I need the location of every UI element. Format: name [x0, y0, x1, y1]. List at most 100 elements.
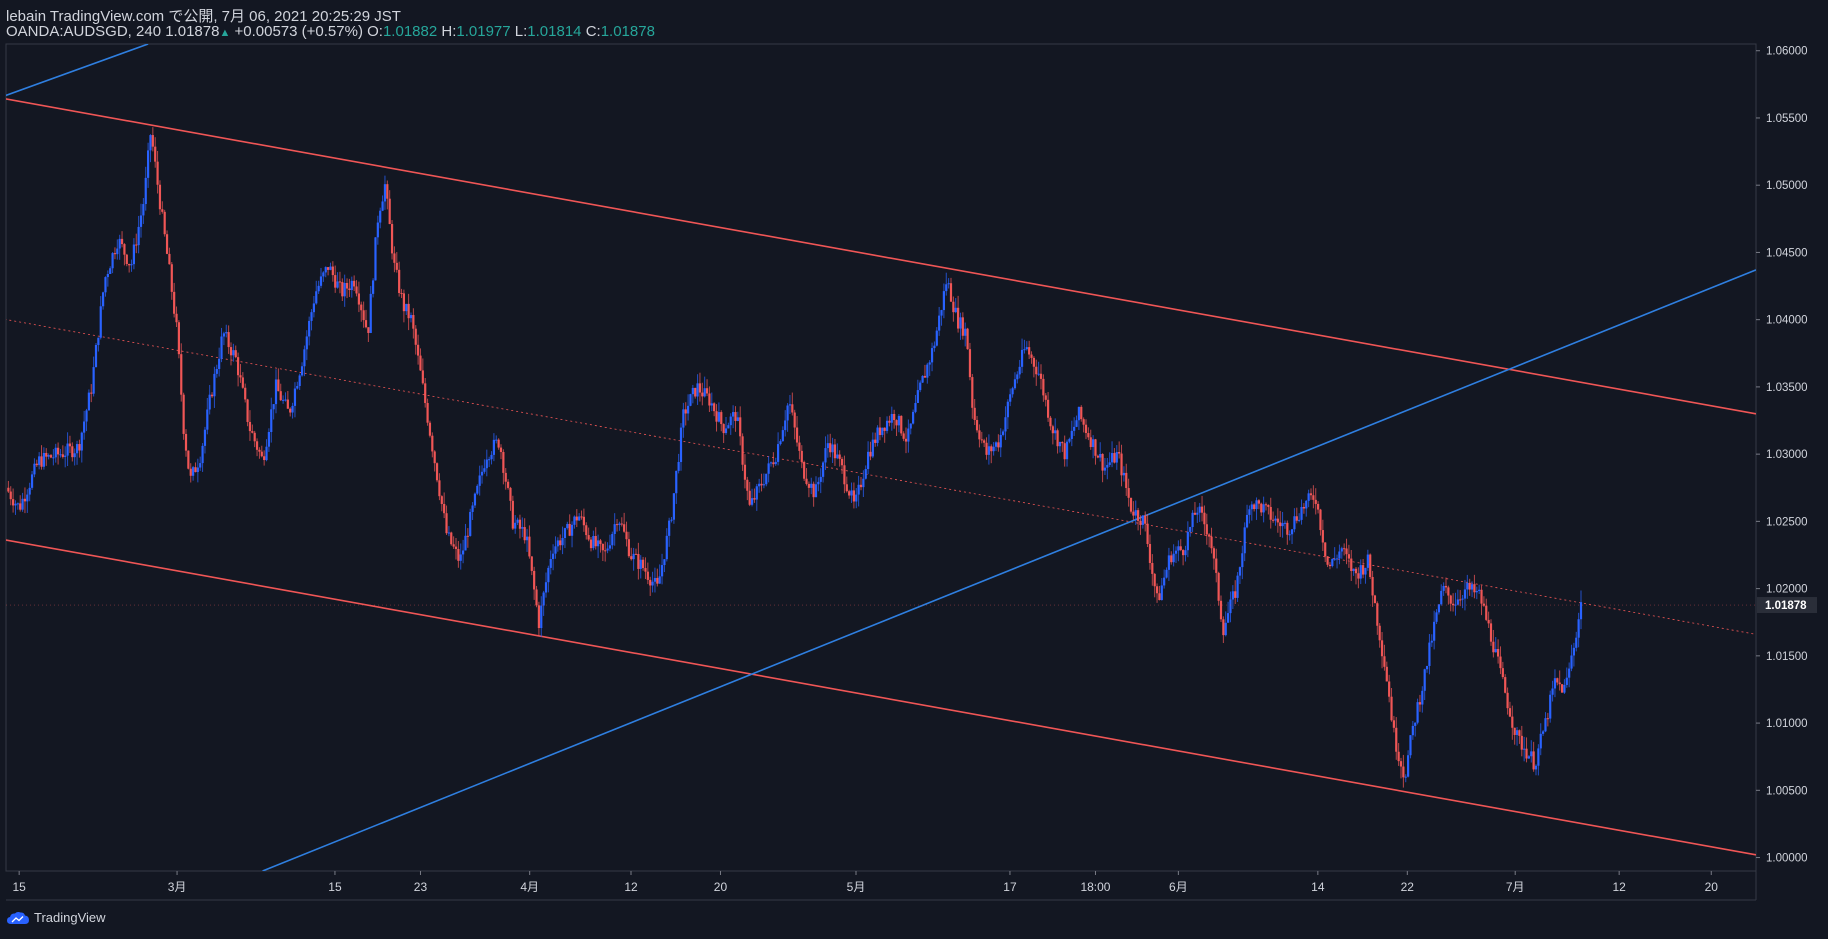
candle-body	[769, 462, 773, 464]
ohlc-legend: OANDA:AUDSGD, 240 1.01878▲ +0.00573 (+0.…	[6, 23, 655, 40]
candle-body	[736, 417, 739, 421]
candle-body	[1414, 722, 1417, 726]
candle-body	[867, 451, 870, 470]
price-chart[interactable]: 1.01878 1.06000 1.05500 1.05000 1.04500 1.04…	[0, 0, 1828, 939]
candle-body	[267, 432, 270, 447]
candle-body	[1108, 462, 1111, 465]
candle-body	[644, 568, 647, 572]
candle-body	[419, 355, 422, 371]
candle-body	[23, 498, 27, 502]
time-axis[interactable]: 15 3月 15 23 4月 12 20 5月 17 18:00 6月 14 22 7月 12 20	[12, 871, 1718, 894]
candle-body	[1513, 727, 1516, 735]
candle-body	[175, 313, 178, 323]
candle-body	[194, 467, 197, 473]
candle-body	[1447, 587, 1450, 596]
candle-body	[682, 409, 685, 428]
regression-channel[interactable]	[0, 98, 1756, 856]
candle-body	[1563, 684, 1566, 693]
time-tick-label: 12	[1612, 880, 1626, 894]
channel-upper-line[interactable]	[0, 98, 1756, 415]
candle-body	[597, 540, 600, 547]
channel-lower-line[interactable]	[0, 539, 1756, 856]
candle-body	[608, 545, 612, 549]
candle-body	[855, 494, 858, 502]
candle-body	[452, 544, 455, 547]
candle-body	[999, 434, 1002, 448]
candle-body	[1523, 748, 1526, 750]
tradingview-logo[interactable]: TradingView	[6, 910, 106, 925]
candle-body	[7, 487, 10, 492]
candle-body	[1248, 509, 1251, 515]
candle-body	[568, 523, 571, 536]
candle-body	[1153, 573, 1156, 587]
price-tick-label: 1.01500	[1766, 651, 1808, 663]
candle-body	[1172, 553, 1175, 563]
price-axis[interactable]: 1.06000 1.05500 1.05000 1.04500 1.04000 1.035…	[1756, 46, 1808, 865]
candle-body	[353, 280, 356, 287]
candle-body	[1281, 523, 1284, 527]
candle-body	[601, 543, 604, 551]
candle-body	[1073, 426, 1076, 431]
candle-body	[338, 281, 342, 283]
time-tick-label: 22	[1401, 880, 1415, 894]
candle-body	[1137, 510, 1140, 521]
candle-body	[677, 461, 680, 471]
candle-body	[282, 399, 285, 401]
candle-body	[966, 328, 969, 350]
candle-body	[1388, 681, 1391, 697]
price-tick-label: 1.04000	[1766, 315, 1808, 327]
candle-body	[729, 416, 732, 426]
candle-body	[310, 312, 313, 321]
candle-body	[364, 320, 368, 328]
candle-body	[1122, 472, 1125, 476]
candle-body	[750, 498, 754, 505]
candle-body	[1030, 354, 1033, 358]
candle-body	[438, 480, 441, 497]
candle-body	[1006, 401, 1009, 418]
candle-body	[57, 447, 60, 455]
candle-body	[239, 375, 242, 378]
rising-trend-line[interactable]	[262, 269, 1756, 871]
candle-body	[97, 337, 100, 345]
candle-body	[912, 411, 915, 424]
candle-body	[1437, 604, 1440, 613]
candle-body	[507, 481, 510, 488]
upper-trend-line[interactable]	[0, 44, 149, 98]
candle-body	[760, 483, 763, 486]
candle-body	[632, 553, 635, 560]
candle-body	[1113, 453, 1116, 463]
candle-body	[227, 332, 230, 348]
candle-body	[637, 553, 640, 569]
candle-body	[1440, 590, 1443, 605]
candle-body	[1253, 504, 1256, 510]
candle-body	[116, 248, 119, 255]
candle-body	[1376, 603, 1379, 626]
candle-body	[1241, 553, 1244, 568]
candle-body	[672, 493, 675, 520]
candle-body	[592, 535, 595, 549]
candle-body	[16, 503, 19, 505]
candle-body	[1494, 648, 1497, 653]
candle-body	[390, 224, 394, 254]
candle-body	[836, 454, 839, 459]
candle-body	[1395, 727, 1398, 752]
candle-body	[52, 457, 55, 459]
candle-body	[691, 387, 694, 395]
candle-body	[559, 540, 562, 546]
high-value: 1.01977	[456, 23, 511, 40]
candle-body	[270, 409, 273, 433]
candle-body	[182, 394, 185, 434]
candle-body	[1184, 550, 1187, 556]
candle-body	[38, 456, 41, 466]
candle-body	[255, 441, 259, 450]
candle-body	[679, 427, 683, 462]
price-tick-label: 1.06000	[1766, 46, 1808, 58]
candle-body	[33, 463, 36, 475]
plot-area[interactable]	[5, 43, 1757, 872]
candle-body	[1174, 550, 1178, 554]
candle-body	[978, 430, 981, 440]
symbol-label[interactable]: OANDA:AUDSGD, 240	[6, 23, 161, 40]
time-tick-label: 20	[714, 880, 728, 894]
candle-body	[372, 280, 375, 294]
candle-body	[1345, 548, 1348, 555]
